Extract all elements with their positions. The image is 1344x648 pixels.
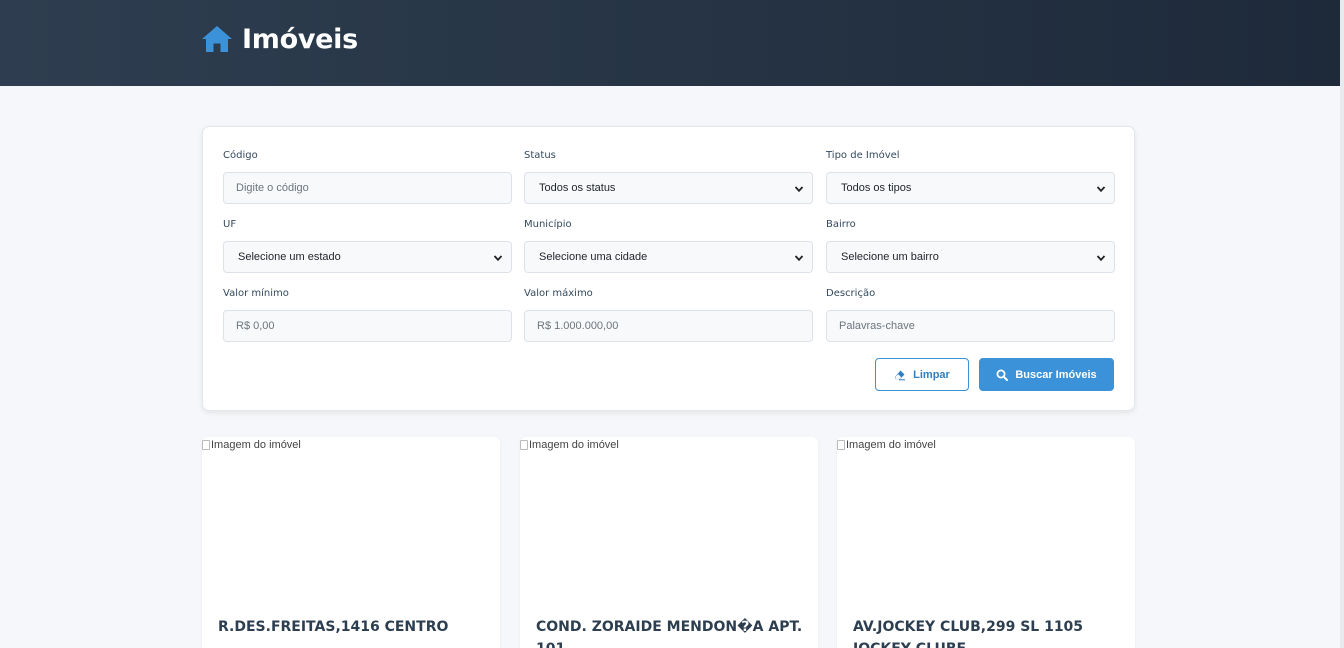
clear-button[interactable]: Limpar [875,358,969,391]
property-address[interactable]: COND. ZORAIDE MENDON�A APT. 101 [536,616,806,648]
search-button[interactable]: Buscar Imóveis [979,358,1114,391]
search-icon [996,369,1009,381]
broken-image-icon [837,440,845,450]
codigo-placeholder: Digite o código [236,182,309,194]
property-address[interactable]: R.DES.FREITAS,1416 CENTRO [218,616,488,638]
valor-min-input[interactable]: R$ 0,00 [223,310,512,342]
app-header: Imóveis [0,0,1340,86]
home-icon [202,26,232,52]
valor-max-label: Valor máximo [524,288,593,299]
property-image-alt: Imagem do imóvel [846,439,936,451]
property-image: Imagem do imóvel [837,439,936,451]
valor-max-input[interactable]: R$ 1.000.000,00 [524,310,813,342]
tipo-select[interactable]: Todos os tipos [826,172,1115,204]
page-title: Imóveis [242,23,358,55]
codigo-field: Código Digite o código [223,149,512,204]
codigo-label: Código [223,150,258,161]
tipo-field: Tipo de Imóvel Todos os tipos [826,149,1115,204]
clear-button-label: Limpar [913,368,950,381]
property-image: Imagem do imóvel [520,439,619,451]
chevron-down-icon [794,255,804,262]
descricao-input[interactable]: Palavras-chave [826,310,1115,342]
codigo-input[interactable]: Digite o código [223,172,512,204]
municipio-select[interactable]: Selecione uma cidade [524,241,813,273]
tipo-selected: Todos os tipos [841,182,912,194]
chevron-down-icon [1096,255,1106,262]
property-image-alt: Imagem do imóvel [529,439,619,451]
bairro-label: Bairro [826,219,856,230]
municipio-field: Município Selecione uma cidade [524,218,813,273]
property-image-alt: Imagem do imóvel [211,439,301,451]
valor-max-placeholder: R$ 1.000.000,00 [537,320,619,332]
status-label: Status [524,150,556,161]
tipo-label: Tipo de Imóvel [826,150,900,161]
uf-selected: Selecione um estado [238,251,341,263]
bairro-select[interactable]: Selecione um bairro [826,241,1115,273]
chevron-down-icon [794,186,804,193]
valor-max-field: Valor máximo R$ 1.000.000,00 [524,287,813,342]
status-field: Status Todos os status [524,149,813,204]
search-filters-panel: Código Digite o código Status Todos os s… [202,126,1135,411]
property-image: Imagem do imóvel [202,439,301,451]
bairro-field: Bairro Selecione um bairro [826,218,1115,273]
page-scrollbar[interactable] [1340,0,1344,648]
property-address[interactable]: AV.JOCKEY CLUB,299 SL 1105 JOCKEY CLUBE [853,616,1123,648]
descricao-placeholder: Palavras-chave [839,320,915,332]
descricao-label: Descrição [826,288,876,299]
municipio-selected: Selecione uma cidade [539,251,648,263]
bairro-selected: Selecione um bairro [841,251,939,263]
property-card[interactable]: Imagem do imóvel COND. ZORAIDE MENDON�A … [520,437,818,648]
uf-field: UF Selecione um estado [223,218,512,273]
broken-image-icon [202,440,210,450]
uf-select[interactable]: Selecione um estado [223,241,512,273]
valor-min-placeholder: R$ 0,00 [236,320,275,332]
property-card[interactable]: Imagem do imóvel R.DES.FREITAS,1416 CENT… [202,437,500,648]
descricao-field: Descrição Palavras-chave [826,287,1115,342]
municipio-label: Município [524,219,572,230]
valor-min-field: Valor mínimo R$ 0,00 [223,287,512,342]
status-selected: Todos os status [539,182,616,194]
broken-image-icon [520,440,528,450]
valor-min-label: Valor mínimo [223,288,289,299]
chevron-down-icon [1096,186,1106,193]
uf-label: UF [223,219,237,230]
eraser-icon [895,370,906,380]
brand[interactable]: Imóveis [201,23,358,55]
chevron-down-icon [493,255,503,262]
search-button-label: Buscar Imóveis [1015,368,1097,381]
property-card[interactable]: Imagem do imóvel AV.JOCKEY CLUB,299 SL 1… [837,437,1135,648]
status-select[interactable]: Todos os status [524,172,813,204]
